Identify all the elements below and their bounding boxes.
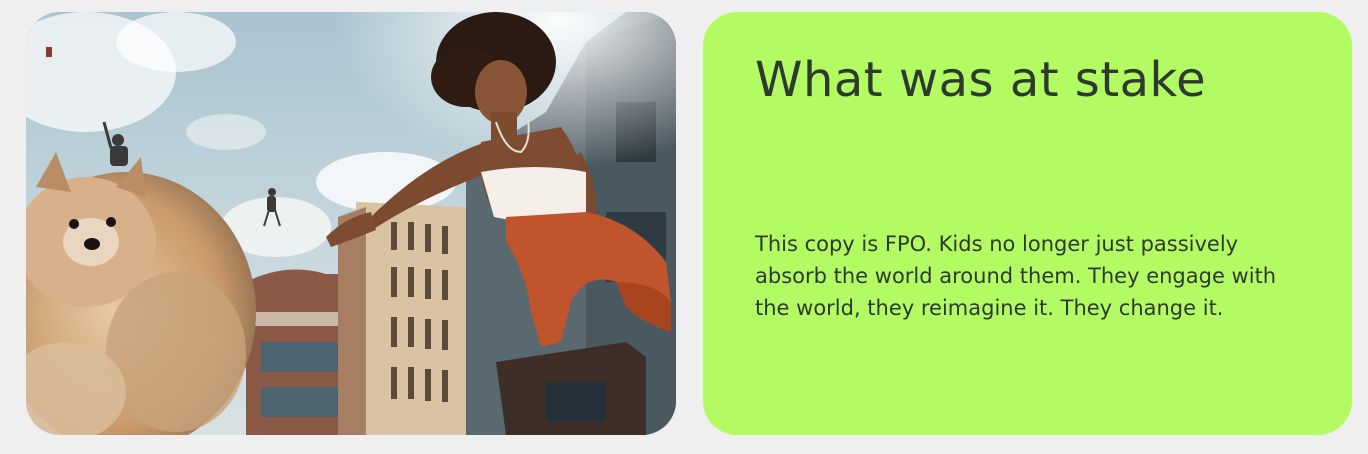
hero-image-card xyxy=(26,12,676,435)
section-heading: What was at stake xyxy=(755,52,1207,108)
hero-image xyxy=(26,12,676,435)
info-card: What was at stake This copy is FPO. Kids… xyxy=(703,12,1352,435)
section-body: This copy is FPO. Kids no longer just pa… xyxy=(755,232,1277,320)
